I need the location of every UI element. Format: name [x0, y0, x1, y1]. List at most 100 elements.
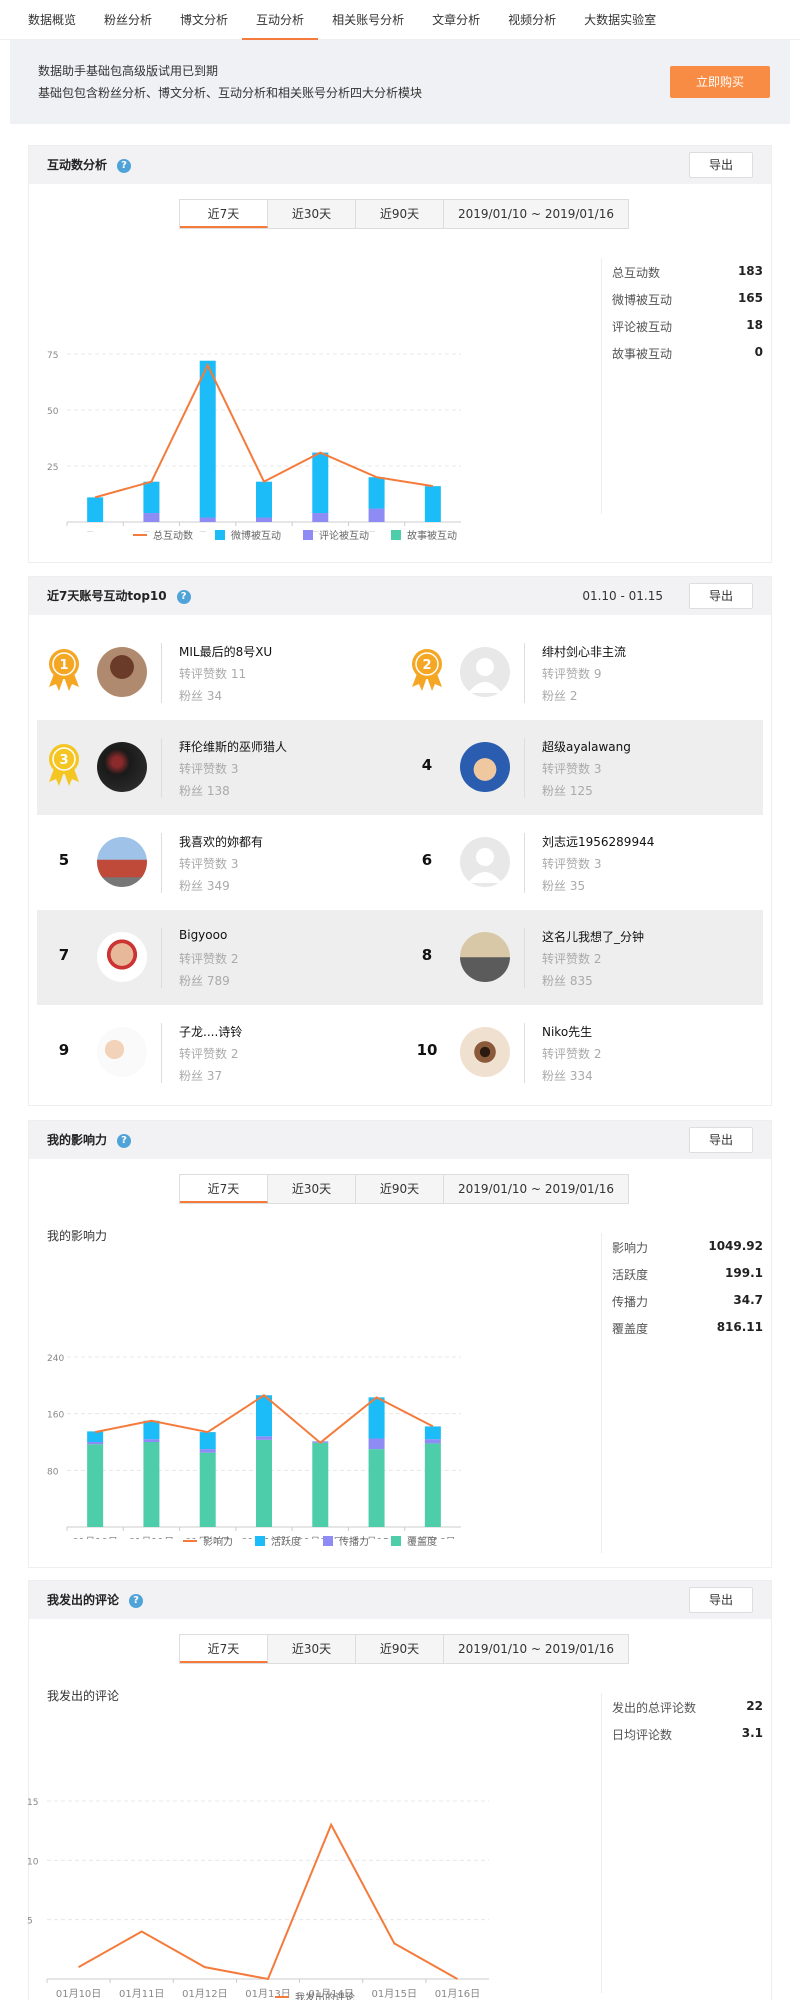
- bar-覆盖度[interactable]: [256, 1439, 272, 1527]
- ranking-item[interactable]: 4 超级ayalawang 转评赞数 3 粉丝 125: [400, 720, 763, 815]
- buy-now-button[interactable]: 立即购买: [670, 66, 770, 98]
- account-name[interactable]: 这名儿我想了_分钟: [542, 928, 644, 945]
- avatar[interactable]: [460, 742, 510, 792]
- bar-微博被互动[interactable]: [312, 452, 329, 514]
- legend-item[interactable]: 故事被互动: [391, 527, 457, 542]
- nav-tab[interactable]: 文章分析: [418, 0, 494, 40]
- ranking-item[interactable]: 9 子龙....诗铃 转评赞数 2 粉丝 37: [37, 1005, 400, 1100]
- account-name[interactable]: 绯村剑心非主流: [542, 643, 626, 660]
- bar-活跃度[interactable]: [143, 1420, 160, 1440]
- bar-传播力[interactable]: [368, 1438, 385, 1450]
- nav-tab[interactable]: 数据概览: [14, 0, 90, 40]
- question-circle-icon[interactable]: ?: [117, 158, 132, 173]
- nav-tab[interactable]: 粉丝分析: [90, 0, 166, 40]
- avatar[interactable]: [460, 837, 510, 887]
- bar-传播力[interactable]: [87, 1442, 104, 1445]
- legend-item[interactable]: 我发出的评论: [275, 1989, 355, 2000]
- range-tab[interactable]: 近7天: [180, 1635, 268, 1663]
- ranking-item[interactable]: 7 Bigyooo 转评赞数 2 粉丝 789: [37, 910, 400, 1005]
- avatar[interactable]: [97, 932, 147, 982]
- legend-item[interactable]: 覆盖度: [391, 1533, 437, 1548]
- nav-tab[interactable]: 大数据实验室: [570, 0, 670, 40]
- bar-活跃度[interactable]: [199, 1432, 216, 1450]
- ranking-item[interactable]: 5 我喜欢的妳都有 转评赞数 3 粉丝 349: [37, 815, 400, 910]
- range-tab[interactable]: 近7天: [180, 1175, 268, 1203]
- bar-评论被互动[interactable]: [312, 513, 329, 522]
- nav-tab[interactable]: 博文分析: [166, 0, 242, 40]
- bar-覆盖度[interactable]: [87, 1444, 104, 1527]
- account-name[interactable]: MIL最后的8号XU: [179, 643, 272, 660]
- bar-微博被互动[interactable]: [256, 481, 272, 518]
- nav-tab[interactable]: 互动分析: [242, 0, 319, 40]
- account-name[interactable]: 超级ayalawang: [542, 738, 631, 755]
- bar-微博被互动[interactable]: [143, 481, 160, 514]
- question-circle-icon[interactable]: ?: [129, 1593, 144, 1608]
- avatar[interactable]: [97, 837, 147, 887]
- account-name[interactable]: Niko先生: [542, 1023, 592, 1040]
- ranking-item[interactable]: 2 绯村剑心非主流 转评赞数 9 粉丝 2: [400, 625, 763, 720]
- bar-微博被互动[interactable]: [87, 497, 104, 522]
- range-tab[interactable]: 近90天: [356, 1635, 444, 1663]
- legend-item[interactable]: 传播力: [323, 1533, 369, 1548]
- range-tab[interactable]: 近90天: [356, 200, 444, 228]
- account-name[interactable]: 我喜欢的妳都有: [179, 833, 263, 850]
- legend-item[interactable]: 微博被互动: [215, 527, 281, 542]
- bar-传播力[interactable]: [199, 1449, 216, 1453]
- avatar[interactable]: [97, 1027, 147, 1077]
- bar-活跃度[interactable]: [87, 1431, 104, 1442]
- ranking-item[interactable]: 10 Niko先生 转评赞数 2 粉丝 334: [400, 1005, 763, 1100]
- ranking-item[interactable]: 6 刘志远1956289944 转评赞数 3 粉丝 35: [400, 815, 763, 910]
- ranking-item[interactable]: 1 MIL最后的8号XU 转评赞数 11 粉丝 34: [37, 625, 400, 720]
- date-range-picker[interactable]: 2019/01/10 ~ 2019/01/16: [444, 200, 628, 228]
- account-name[interactable]: Bigyooo: [179, 928, 227, 942]
- bar-覆盖度[interactable]: [368, 1449, 385, 1527]
- ranking-item[interactable]: 8 这名儿我想了_分钟 转评赞数 2 粉丝 835: [400, 910, 763, 1005]
- bar-评论被互动[interactable]: [199, 517, 216, 522]
- range-tab[interactable]: 近30天: [268, 1175, 356, 1203]
- avatar[interactable]: [97, 742, 147, 792]
- bar-微博被互动[interactable]: [368, 477, 385, 509]
- bar-覆盖度[interactable]: [312, 1442, 329, 1527]
- ranking-item[interactable]: 3 拜伦维斯的巫师猎人 转评赞数 3 粉丝 138: [37, 720, 400, 815]
- export-button[interactable]: 导出: [689, 1587, 753, 1613]
- bar-传播力[interactable]: [143, 1439, 160, 1442]
- bar-覆盖度[interactable]: [199, 1452, 216, 1527]
- nav-tab[interactable]: 相关账号分析: [318, 0, 418, 40]
- avatar[interactable]: [460, 647, 510, 697]
- bar-评论被互动[interactable]: [143, 513, 160, 522]
- bar-覆盖度[interactable]: [143, 1442, 160, 1527]
- bar-传播力[interactable]: [424, 1439, 441, 1444]
- bar-活跃度[interactable]: [368, 1397, 385, 1439]
- range-tab[interactable]: 近90天: [356, 1175, 444, 1203]
- legend-item[interactable]: 活跃度: [255, 1533, 301, 1548]
- bar-微博被互动[interactable]: [199, 360, 216, 518]
- account-name[interactable]: 刘志远1956289944: [542, 833, 654, 850]
- export-button[interactable]: 导出: [689, 1127, 753, 1153]
- range-tab[interactable]: 近30天: [268, 1635, 356, 1663]
- stat-label: 活跃度: [612, 1268, 649, 1282]
- bar-评论被互动[interactable]: [256, 517, 272, 522]
- export-button[interactable]: 导出: [689, 152, 753, 178]
- range-tab[interactable]: 近30天: [268, 200, 356, 228]
- legend-item[interactable]: 影响力: [183, 1533, 233, 1548]
- bar-活跃度[interactable]: [424, 1426, 441, 1440]
- export-button[interactable]: 导出: [689, 583, 753, 609]
- bar-微博被互动[interactable]: [424, 486, 441, 522]
- avatar[interactable]: [460, 932, 510, 982]
- date-range-picker[interactable]: 2019/01/10 ~ 2019/01/16: [444, 1635, 628, 1663]
- legend-item[interactable]: 评论被互动: [303, 527, 369, 542]
- bar-传播力[interactable]: [256, 1436, 272, 1440]
- avatar[interactable]: [97, 647, 147, 697]
- range-tab[interactable]: 近7天: [180, 200, 268, 228]
- account-name[interactable]: 拜伦维斯的巫师猎人: [179, 738, 287, 755]
- bar-覆盖度[interactable]: [424, 1443, 441, 1527]
- account-name[interactable]: 子龙....诗铃: [179, 1023, 242, 1040]
- question-circle-icon[interactable]: ?: [176, 589, 191, 604]
- question-circle-icon[interactable]: ?: [117, 1133, 132, 1148]
- legend-item[interactable]: 总互动数: [133, 527, 193, 542]
- bar-评论被互动[interactable]: [368, 508, 385, 522]
- bar-活跃度[interactable]: [256, 1395, 272, 1437]
- date-range-picker[interactable]: 2019/01/10 ~ 2019/01/16: [444, 1175, 628, 1203]
- avatar[interactable]: [460, 1027, 510, 1077]
- nav-tab[interactable]: 视频分析: [494, 0, 570, 40]
